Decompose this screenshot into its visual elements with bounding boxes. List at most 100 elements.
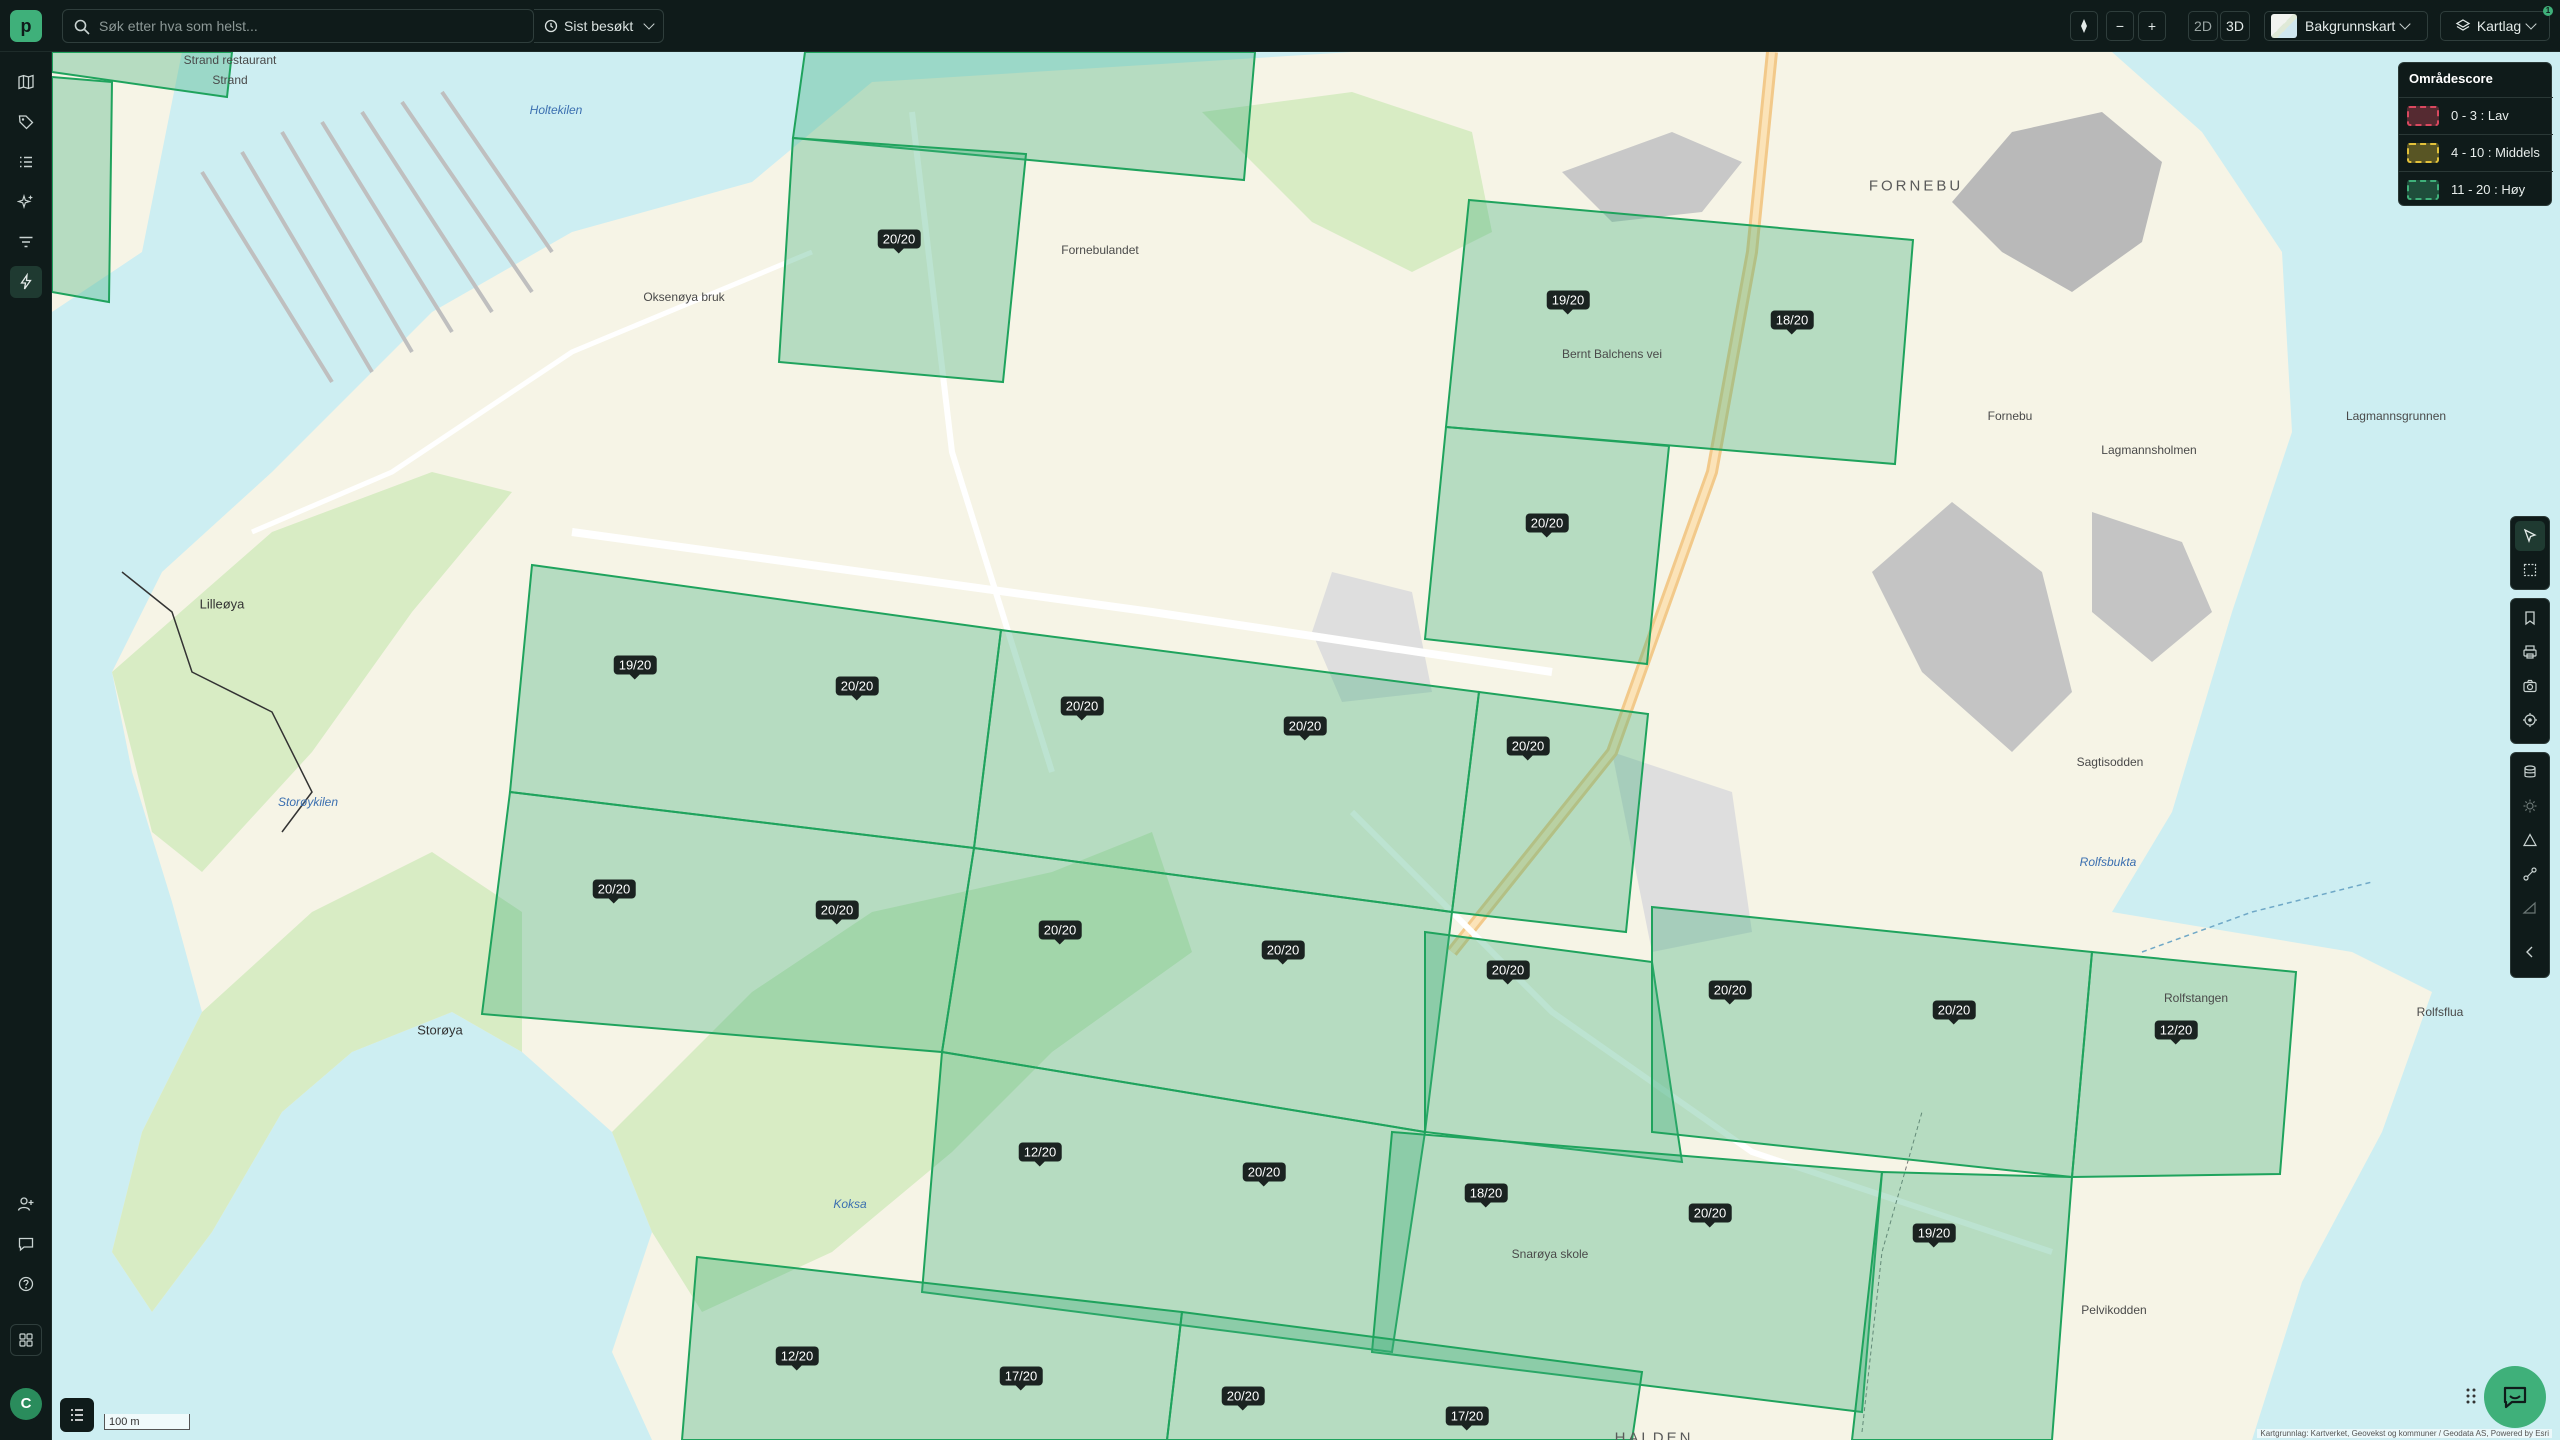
score-badge[interactable]: 18/20 — [1770, 310, 1814, 335]
score-badge[interactable]: 12/20 — [2154, 1020, 2198, 1045]
score-badge[interactable]: 20/20 — [1038, 920, 1082, 945]
chevron-down-icon — [2399, 18, 2411, 30]
place-label: Lagmannsholmen — [2101, 443, 2197, 457]
sidebar-item-add-user[interactable] — [10, 1188, 42, 1220]
score-badge[interactable]: 20/20 — [1283, 716, 1327, 741]
layers-badge: 1 — [2543, 6, 2553, 16]
score-badge[interactable]: 20/20 — [1688, 1203, 1732, 1228]
app-logo[interactable]: p — [10, 10, 42, 42]
basemap-dropdown[interactable]: Bakgrunnskart — [2264, 11, 2428, 41]
score-badge[interactable]: 12/20 — [775, 1346, 819, 1371]
score-badge[interactable]: 17/20 — [1445, 1406, 1489, 1431]
filter-icon — [19, 236, 33, 248]
score-badge[interactable]: 20/20 — [1708, 980, 1752, 1005]
app-root: Strand restaurant Strand Holtekilen Okse… — [0, 0, 2560, 1440]
legend-label-medium: 4 - 10 : Middels — [2451, 145, 2540, 160]
place-label: Snarøya skole — [1511, 1247, 1589, 1261]
place-label: Fornebu — [1987, 409, 2033, 423]
score-badge[interactable]: 20/20 — [1932, 1000, 1976, 1025]
search-box[interactable] — [62, 9, 534, 43]
camera-icon — [2523, 679, 2537, 693]
place-label: Sagtisodden — [2076, 755, 2144, 769]
search-input[interactable] — [99, 10, 519, 42]
sun-button[interactable] — [2515, 791, 2545, 821]
recent-visited-dropdown[interactable]: Sist besøkt — [534, 9, 664, 43]
pointer-icon — [2523, 528, 2537, 543]
drag-handle-icon[interactable] — [2464, 1386, 2478, 1406]
layers-label: Kartlag — [2476, 18, 2522, 34]
view-3d-label: 3D — [2226, 18, 2244, 34]
score-badge[interactable]: 20/20 — [835, 676, 879, 701]
place-label: Rolfsbukta — [2079, 855, 2137, 869]
score-badge[interactable]: 12/20 — [1018, 1142, 1062, 1167]
print-button[interactable] — [2515, 637, 2545, 667]
place-label: Fornebulandet — [1061, 243, 1139, 257]
route-button[interactable] — [2515, 859, 2545, 889]
legend-item-low: 0 - 3 : Lav — [2399, 97, 2553, 133]
place-label: Lagmannsgrunnen — [2345, 409, 2447, 423]
sidebar-item-help[interactable] — [10, 1268, 42, 1300]
locate-button[interactable] — [2515, 705, 2545, 735]
database-button[interactable] — [2515, 757, 2545, 787]
compass-button[interactable] — [2070, 11, 2098, 41]
score-badge[interactable]: 20/20 — [1525, 513, 1569, 538]
select-pointer-button[interactable] — [2515, 521, 2545, 551]
score-badge[interactable]: 20/20 — [1506, 736, 1550, 761]
top-bar: p Sist besøkt − + 2D 3D Bakgrunnskart Ka… — [0, 0, 2560, 52]
legend-swatch-medium — [2407, 142, 2439, 163]
score-badge[interactable]: 20/20 — [815, 900, 859, 925]
grid-icon — [19, 1333, 33, 1347]
map-canvas[interactable]: Strand restaurant Strand Holtekilen Okse… — [52, 52, 2560, 1440]
score-badge[interactable]: 20/20 — [877, 229, 921, 254]
legend-label-high: 11 - 20 : Høy — [2451, 182, 2526, 197]
sidebar-item-messages[interactable] — [10, 1228, 42, 1260]
sidebar-item-tags[interactable] — [10, 106, 42, 138]
scale-bar: 100 m — [104, 1414, 190, 1430]
view-2d-button[interactable]: 2D — [2188, 11, 2218, 41]
collapse-rail-button[interactable] — [2515, 937, 2545, 967]
sidebar-item-map[interactable] — [10, 66, 42, 98]
place-label: HALDEN — [1614, 1429, 1694, 1440]
measure-button[interactable] — [2515, 825, 2545, 855]
compass-icon — [2081, 19, 2087, 33]
area-select-icon — [2523, 563, 2537, 577]
score-badge[interactable]: 20/20 — [1060, 696, 1104, 721]
score-badge[interactable]: 20/20 — [1221, 1386, 1265, 1411]
score-badge[interactable]: 20/20 — [592, 879, 636, 904]
chevron-down-icon — [2525, 18, 2537, 30]
score-badge[interactable]: 17/20 — [999, 1366, 1043, 1391]
map-legend-toggle-button[interactable] — [60, 1398, 94, 1432]
bookmark-button[interactable] — [2515, 603, 2545, 633]
chat-button[interactable] — [2484, 1366, 2546, 1428]
analysis-tools — [2510, 752, 2550, 978]
screenshot-button[interactable] — [2515, 671, 2545, 701]
message-icon — [18, 1237, 34, 1252]
zoom-in-label: + — [2147, 18, 2157, 34]
score-legend: Områdescore 0 - 3 : Lav 4 - 10 : Middels… — [2398, 62, 2553, 206]
score-badge[interactable]: 18/20 — [1464, 1183, 1508, 1208]
draw-button[interactable] — [2515, 893, 2545, 923]
map-base — [52, 52, 2432, 1440]
sidebar-item-apps[interactable] — [10, 1324, 42, 1356]
zoom-in-button[interactable]: + — [2138, 11, 2166, 41]
view-3d-button[interactable]: 3D — [2220, 11, 2250, 41]
sidebar-item-ai[interactable] — [10, 186, 42, 218]
layers-dropdown[interactable]: Kartlag 1 — [2440, 6, 2553, 41]
sidebar-item-list[interactable] — [10, 146, 42, 178]
sidebar-item-filter[interactable] — [10, 226, 42, 258]
score-badge[interactable]: 20/20 — [1486, 960, 1530, 985]
zoom-out-label: − — [2115, 18, 2125, 34]
sidebar-item-energy[interactable] — [10, 266, 42, 298]
select-area-button[interactable] — [2515, 555, 2545, 585]
place-label: Holtekilen — [529, 103, 583, 117]
score-badge[interactable]: 19/20 — [613, 655, 657, 680]
zoom-out-button[interactable]: − — [2106, 11, 2134, 41]
avatar[interactable]: C — [10, 1388, 42, 1420]
score-badge[interactable]: 19/20 — [1912, 1223, 1956, 1248]
print-icon — [2523, 645, 2537, 659]
score-badge[interactable]: 20/20 — [1261, 940, 1305, 965]
legend-swatch-low — [2407, 105, 2439, 126]
place-label: Rolfsflua — [2416, 1005, 2464, 1019]
score-badge[interactable]: 19/20 — [1546, 290, 1590, 315]
score-badge[interactable]: 20/20 — [1242, 1162, 1286, 1187]
